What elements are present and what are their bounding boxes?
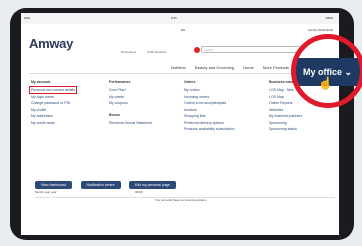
my-office-dropdown: My account Personal and contact details …: [29, 73, 333, 174]
nav-beauty[interactable]: Beauty and Grooming: [195, 65, 234, 70]
orders-to-accept-link[interactable]: Orders to be accepted/paid: [184, 101, 235, 105]
dashboard-buttons: View dashboard Notification centre Edit …: [35, 173, 180, 191]
orders-heading: Orders: [184, 80, 196, 84]
htw-products-link[interactable]: HTW products: [147, 50, 166, 54]
nav-nutrition[interactable]: Nutrition: [171, 65, 186, 70]
promo-links: Promotions HTW products: [121, 50, 176, 54]
my-credit-cards-link[interactable]: My credit cards: [31, 121, 75, 125]
my-addresses-link[interactable]: My addresses: [31, 114, 75, 118]
nav-home[interactable]: Home: [243, 65, 254, 70]
view-dashboard-button[interactable]: View dashboard: [35, 181, 73, 189]
performance-column: Performance Core Plus+ My points My coup…: [109, 80, 152, 128]
sponsoring-status-link[interactable]: Sponsoring status: [269, 127, 307, 131]
bonus-statement-link[interactable]: Electronic Bonus Statement: [109, 121, 152, 125]
business-partners-link[interactable]: My business partners: [269, 114, 307, 118]
delivery-options-link[interactable]: Preferred delivery options: [184, 121, 235, 125]
status-battery: 100%: [325, 16, 333, 20]
invoices-link[interactable]: Invoices: [184, 108, 235, 112]
login-name-link[interactable]: My login name: [31, 95, 75, 99]
bonus-heading: Bonus: [109, 113, 120, 117]
main-nav: Nutrition Beauty and Grooming Home More …: [171, 65, 297, 70]
table-cell: Month year year: [35, 190, 57, 194]
pointer-hand-icon: ☝: [318, 76, 333, 90]
my-account-heading: My account: [31, 80, 51, 84]
incoming-orders-link[interactable]: Incoming orders: [184, 95, 235, 99]
amway-logo[interactable]: Amway: [29, 36, 73, 51]
table-cell: 00/00: [135, 190, 143, 194]
my-orders-link[interactable]: My orders: [184, 88, 235, 92]
table-cell: You currently have no incoming orders: [155, 198, 207, 202]
status-time: 9:41: [171, 16, 177, 20]
edit-personal-page-button[interactable]: Edit my personal page: [128, 181, 176, 189]
my-account-column: My account Personal and contact details …: [29, 80, 77, 127]
promotions-link[interactable]: Promotions: [121, 50, 136, 54]
shopping-lists-link[interactable]: Shopping lists: [184, 114, 235, 118]
notification-centre-button[interactable]: Notification centre: [80, 181, 121, 189]
my-points-link[interactable]: My points: [109, 95, 152, 99]
table-row: You currently have no incoming orders: [35, 198, 335, 205]
personal-contact-details-link[interactable]: Personal and contact details: [29, 86, 77, 94]
promo-badge-icon: [194, 47, 200, 53]
orders-table: Month year year 00/00 You currently have…: [35, 190, 335, 235]
table-row: Month year year 00/00: [35, 190, 335, 198]
search-input[interactable]: search: [201, 46, 301, 53]
sponsoring-link[interactable]: Sponsoring: [269, 121, 307, 125]
availability-subscription-link[interactable]: Products availability subscription: [184, 127, 235, 131]
top-links: EN: [181, 28, 191, 32]
performance-heading: Performance: [109, 80, 131, 84]
screen: iPad 9:41 100% Amway EN Cart(1) 99,00 EU…: [21, 13, 339, 235]
status-left: iPad: [24, 16, 31, 20]
highlight-circle: [291, 34, 362, 108]
online-reports-link[interactable]: Online Reports: [269, 101, 307, 105]
my-profile-link[interactable]: My profile: [31, 108, 75, 112]
language-link[interactable]: EN: [181, 28, 185, 32]
change-password-link[interactable]: Change password or PIN: [31, 101, 75, 105]
orders-column: Orders My orders Incoming orders Orders …: [184, 80, 235, 134]
my-coupons-link[interactable]: My coupons: [109, 101, 152, 105]
nav-more-products[interactable]: More Products: [263, 65, 289, 70]
cart-link[interactable]: Cart(1) 99,00 EUR: [308, 28, 333, 32]
core-plus-link[interactable]: Core Plus+: [109, 88, 152, 92]
status-bar: iPad 9:41 100%: [21, 13, 339, 24]
websites-link[interactable]: Websites: [269, 108, 307, 112]
